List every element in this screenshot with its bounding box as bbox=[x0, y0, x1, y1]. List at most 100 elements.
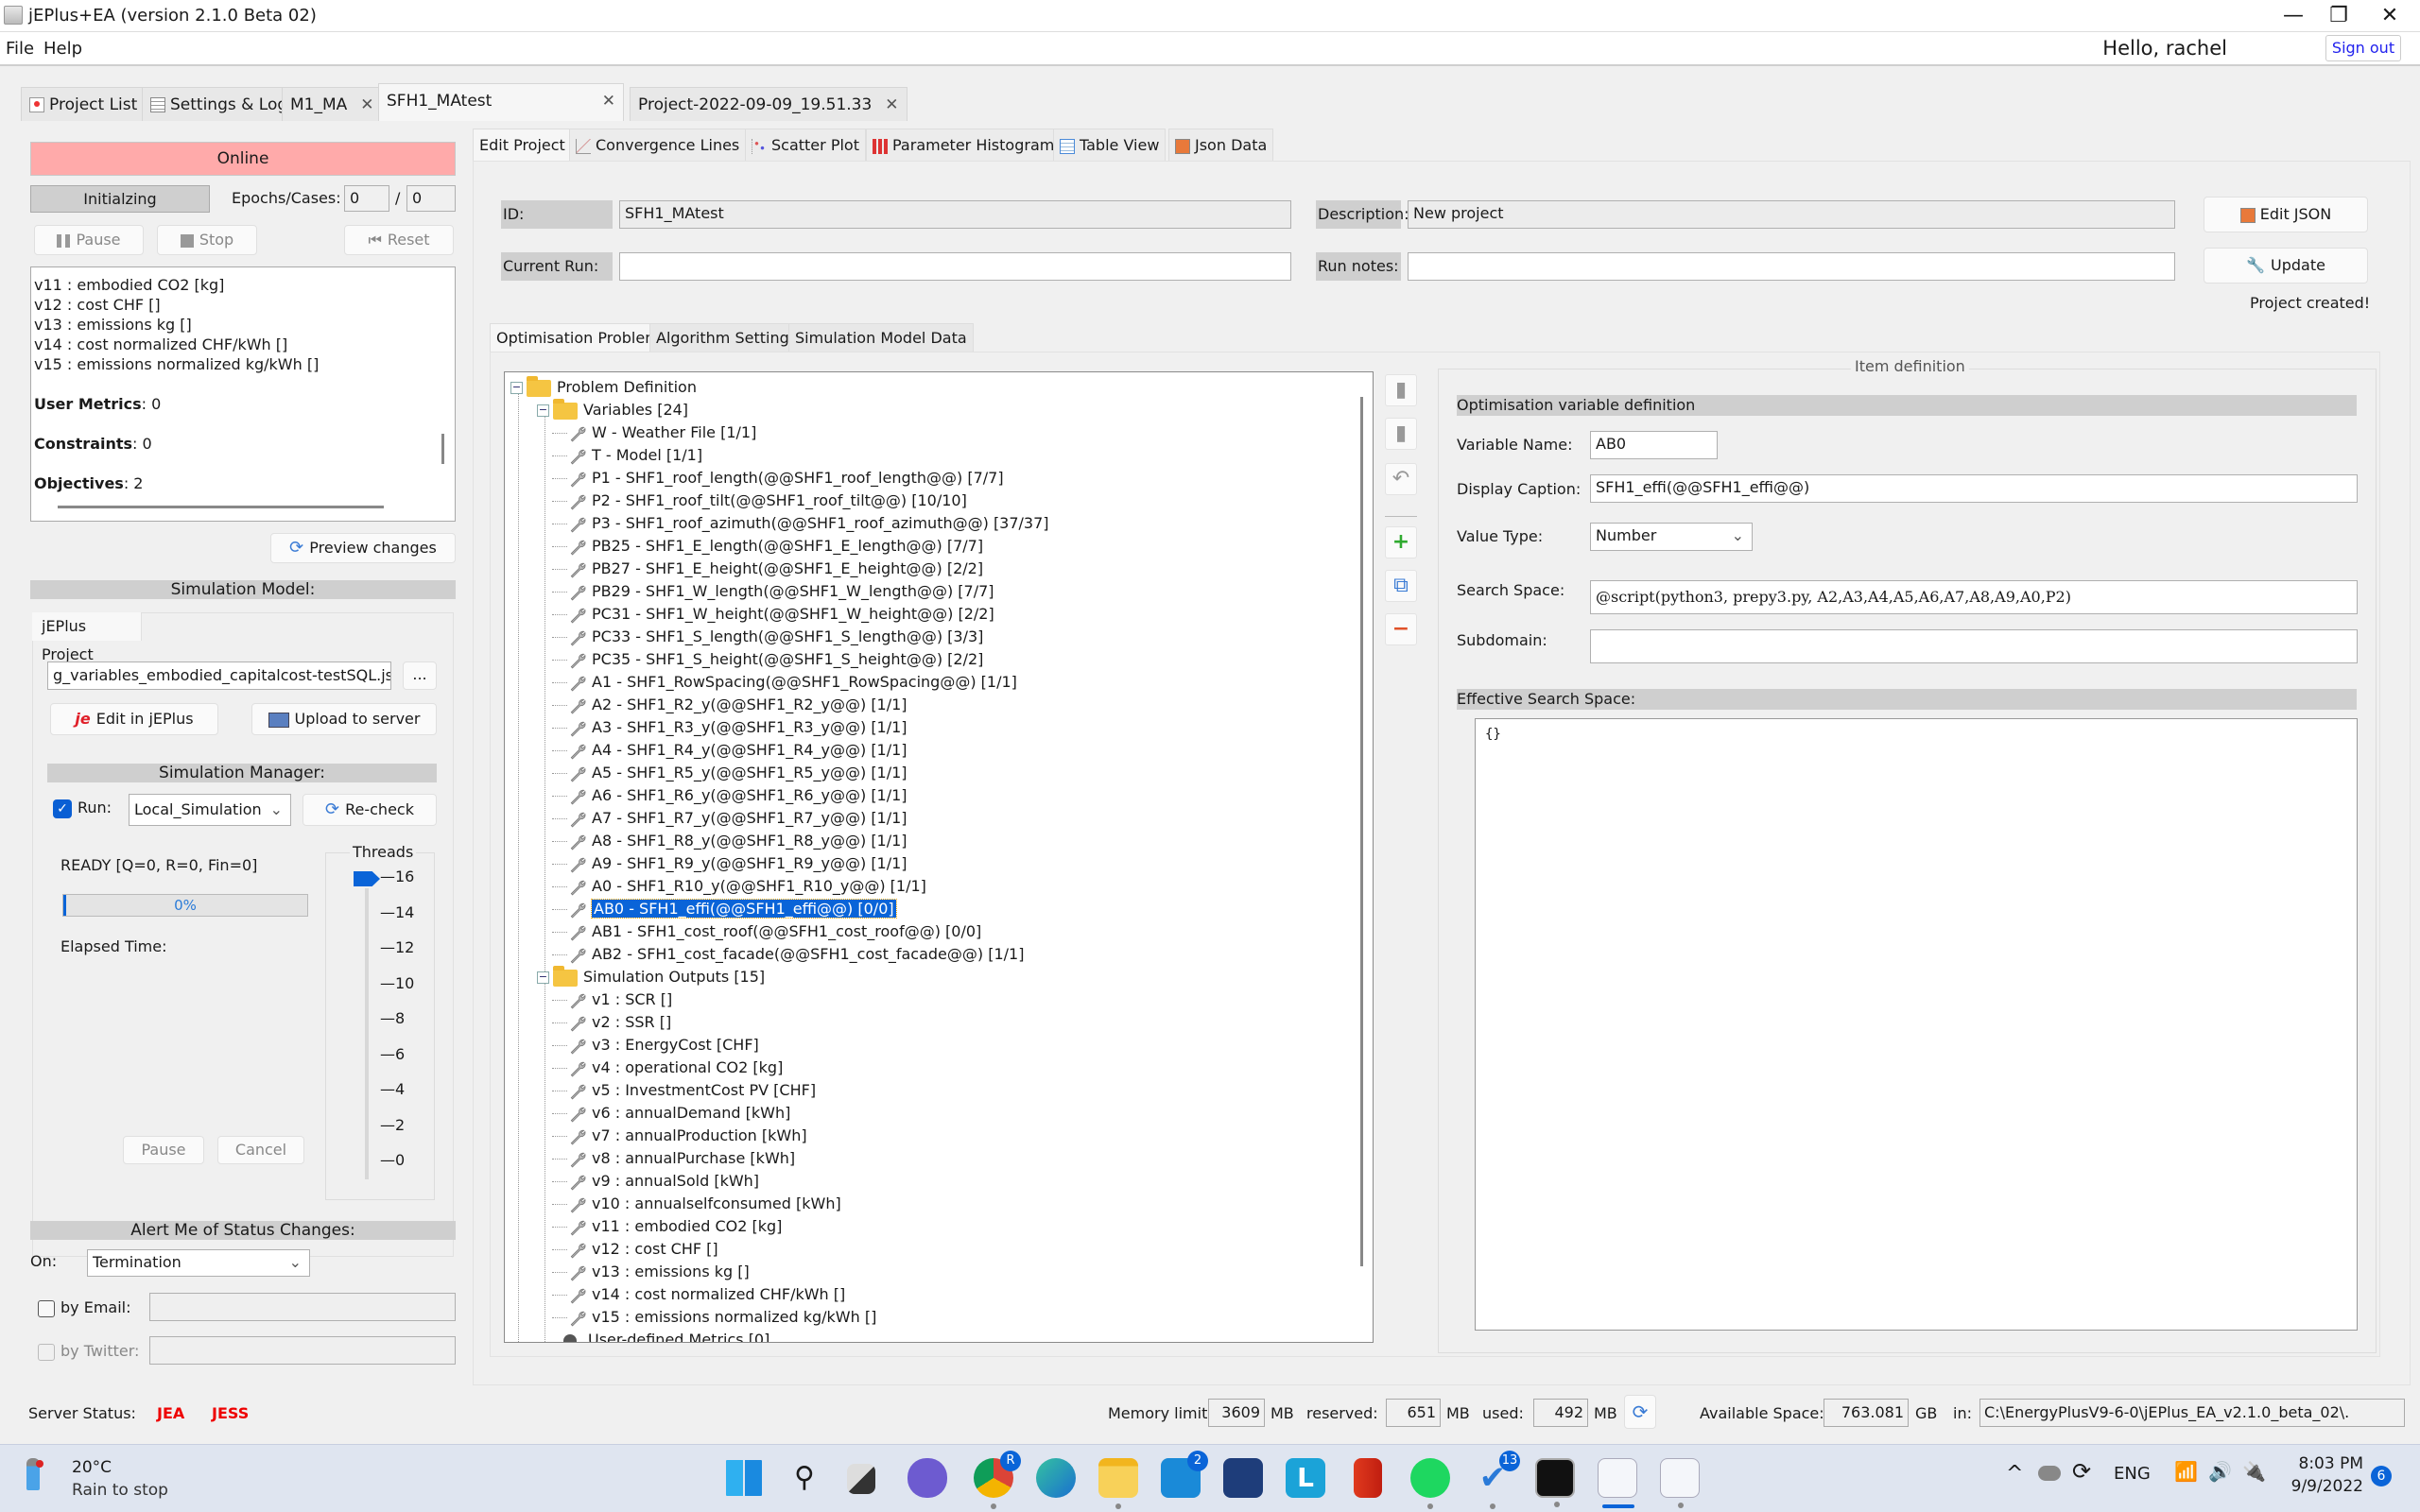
tab-project-2022[interactable]: Project-2022-09-09_19.51.33 ✕ bbox=[630, 87, 908, 121]
tab-m1-ma[interactable]: M1_MA ✕ bbox=[282, 87, 383, 121]
volume-icon[interactable]: 🔊 bbox=[2208, 1460, 2232, 1483]
tree-node-variable[interactable]: PC33 - SHF1_S_length(@@SHF1_S_length@@) … bbox=[552, 626, 983, 648]
tree-node-user-metrics[interactable]: User-defined Metrics [0] bbox=[563, 1329, 769, 1342]
collapse-icon[interactable]: − bbox=[537, 971, 549, 984]
job-cancel-button[interactable]: Cancel bbox=[217, 1136, 304, 1164]
wifi-icon[interactable]: 📶 bbox=[2174, 1460, 2198, 1483]
tree-node-variable[interactable]: A6 - SHF1_R6_y(@@SHF1_R6_y@@) [1/1] bbox=[552, 784, 908, 807]
tree-node-output[interactable]: v13 : emissions kg [] bbox=[552, 1261, 750, 1283]
tree-node-output[interactable]: v2 : SSR [] bbox=[552, 1011, 671, 1034]
terminal-icon[interactable] bbox=[1535, 1458, 1575, 1507]
close-button[interactable]: ✕ bbox=[2360, 0, 2420, 32]
tree-node-simulation-outputs[interactable]: − Simulation Outputs [15] bbox=[537, 965, 765, 988]
tree-node-variable[interactable]: PB27 - SHF1_E_height(@@SHF1_E_height@@) … bbox=[552, 558, 983, 580]
menu-help[interactable]: Help bbox=[43, 39, 82, 59]
tree-node-variable[interactable]: A5 - SHF1_R5_y(@@SHF1_R5_y@@) [1/1] bbox=[552, 762, 908, 784]
collapse-icon[interactable]: − bbox=[537, 404, 549, 417]
tab-table-view[interactable]: Table View bbox=[1053, 129, 1167, 161]
task-view-icon[interactable] bbox=[847, 1464, 875, 1494]
variable-name-field[interactable]: AB0 bbox=[1590, 431, 1718, 459]
current-run-field[interactable] bbox=[619, 252, 1291, 281]
tree-node-variable[interactable]: AB1 - SFH1_cost_roof(@@SFH1_cost_roof@@)… bbox=[552, 920, 981, 943]
edit-json-button[interactable]: Edit JSON bbox=[2204, 197, 2368, 232]
clock-time[interactable]: 8:03 PM bbox=[2290, 1454, 2364, 1473]
undo-button[interactable]: ↶ bbox=[1385, 463, 1417, 495]
reset-button[interactable]: ⏮ Reset bbox=[344, 225, 454, 255]
l-app-icon[interactable]: L bbox=[1286, 1458, 1325, 1498]
tree-node-variable[interactable]: A7 - SHF1_R7_y(@@SHF1_R7_y@@) [1/1] bbox=[552, 807, 908, 830]
language-indicator[interactable]: ENG bbox=[2114, 1464, 2151, 1484]
twitter-checkbox[interactable] bbox=[38, 1344, 55, 1361]
job-pause-button[interactable]: Pause bbox=[123, 1136, 204, 1164]
tree-node-output[interactable]: v14 : cost normalized CHF/kWh [] bbox=[552, 1283, 845, 1306]
tab-parameter-histogram[interactable]: Parameter Histogram bbox=[866, 129, 1062, 161]
add-child-node-button[interactable]: ▮ bbox=[1385, 374, 1417, 406]
run-mode-select[interactable]: Local_Simulation ⌄ bbox=[129, 794, 291, 826]
weather-temp[interactable]: 20°C bbox=[72, 1458, 112, 1477]
weather-desc[interactable]: Rain to stop bbox=[72, 1481, 168, 1500]
sync-icon[interactable]: ⟳ bbox=[2072, 1458, 2091, 1485]
effective-search-space-area[interactable]: {} bbox=[1475, 718, 2358, 1331]
email-checkbox[interactable] bbox=[38, 1300, 55, 1317]
edge-icon[interactable] bbox=[1036, 1458, 1076, 1498]
tree-node-variable[interactable]: A0 - SHF1_R10_y(@@SHF1_R10_y@@) [1/1] bbox=[552, 875, 926, 898]
tree-node-variable[interactable]: AB2 - SFH1_cost_facade(@@SFH1_cost_facad… bbox=[552, 943, 1024, 966]
teams-chat-icon[interactable] bbox=[908, 1458, 947, 1498]
tab-jeplus-project[interactable]: jEPlus Project bbox=[32, 612, 142, 663]
minimize-button[interactable]: — bbox=[2263, 0, 2324, 32]
tree-scrollbar[interactable] bbox=[1360, 397, 1363, 1266]
description-field[interactable]: New project bbox=[1408, 200, 2175, 229]
tab-scatter-plot[interactable]: Scatter Plot bbox=[745, 129, 866, 161]
tree-node-output[interactable]: v5 : InvestmentCost PV [CHF] bbox=[552, 1079, 816, 1102]
horizontal-scrollbar[interactable] bbox=[58, 506, 384, 508]
tree-node-output[interactable]: v1 : SCR [] bbox=[552, 988, 672, 1011]
threads-slider-track[interactable] bbox=[365, 888, 369, 1179]
value-type-select[interactable]: Number ⌄ bbox=[1590, 523, 1753, 551]
run-checkbox[interactable]: ✓ bbox=[53, 799, 72, 818]
tree-node-variable[interactable]: A2 - SHF1_R2_y(@@SHF1_R2_y@@) [1/1] bbox=[552, 694, 908, 716]
onedrive-icon[interactable] bbox=[2038, 1466, 2061, 1481]
mail-icon[interactable]: 2 bbox=[1161, 1451, 1208, 1498]
search-icon[interactable]: ⚲ bbox=[785, 1458, 824, 1498]
tree-node-output[interactable]: v8 : annualPurchase [kWh] bbox=[552, 1147, 795, 1170]
tree-node-variable[interactable]: A3 - SHF1_R3_y(@@SHF1_R3_y@@) [1/1] bbox=[552, 716, 908, 739]
tree-node-variable[interactable]: P1 - SHF1_roof_length(@@SHF1_roof_length… bbox=[552, 467, 1004, 490]
tab-sfh1-matest[interactable]: SFH1_MAtest ✕ bbox=[378, 83, 624, 121]
alert-trigger-select[interactable]: Termination ⌄ bbox=[87, 1249, 310, 1277]
tab-convergence-lines[interactable]: Convergence Lines bbox=[569, 129, 747, 161]
email-field[interactable] bbox=[149, 1293, 456, 1321]
spotify-icon[interactable] bbox=[1410, 1458, 1450, 1509]
display-caption-field[interactable]: SFH1_effi(@@SFH1_effi@@) bbox=[1590, 474, 2358, 503]
upload-to-server-button[interactable]: Upload to server bbox=[251, 703, 437, 735]
java-app-icon-2[interactable] bbox=[1660, 1458, 1700, 1508]
microsoft-store-icon[interactable] bbox=[1223, 1458, 1263, 1498]
collapse-icon[interactable]: − bbox=[510, 382, 523, 394]
vertical-scrollbar[interactable] bbox=[441, 434, 444, 464]
project-file-field[interactable]: g_variables_embodied_capitalcost-testSQL… bbox=[47, 662, 391, 690]
start-button[interactable] bbox=[726, 1460, 762, 1496]
tree-node-variable[interactable]: A8 - SHF1_R8_y(@@SHF1_R8_y@@) [1/1] bbox=[552, 830, 908, 852]
tree-node-output[interactable]: v10 : annualselfconsumed [kWh] bbox=[552, 1193, 841, 1215]
tree-node-variable[interactable]: AB0 - SFH1_effi(@@SFH1_effi@@) [0/0] bbox=[552, 898, 897, 920]
close-tab-icon[interactable]: ✕ bbox=[885, 95, 898, 114]
tree-node-output[interactable]: v15 : emissions normalized kg/kWh [] bbox=[552, 1306, 876, 1329]
search-space-field[interactable]: @script(python3, prepy3.py, A2,A3,A4,A5,… bbox=[1590, 580, 2358, 614]
tree-node-output[interactable]: v4 : operational CO2 [kg] bbox=[552, 1057, 783, 1079]
show-hidden-icons[interactable]: ^ bbox=[2006, 1462, 2023, 1486]
tree-node-problem-definition[interactable]: − Problem Definition bbox=[510, 375, 697, 399]
tree-node-output[interactable]: v6 : annualDemand [kWh] bbox=[552, 1102, 790, 1125]
subdomain-field[interactable] bbox=[1590, 629, 2358, 663]
menu-file[interactable]: File bbox=[6, 39, 34, 59]
edit-in-jeplus-button[interactable]: je Edit in jEPlus bbox=[50, 703, 218, 735]
stop-button[interactable]: Stop bbox=[157, 225, 257, 255]
twitter-field[interactable] bbox=[149, 1336, 456, 1365]
chrome-icon[interactable]: R bbox=[974, 1451, 1021, 1509]
add-variable-button[interactable]: + bbox=[1385, 526, 1417, 558]
problem-summary-log[interactable]: v11 : embodied CO2 [kg] v12 : cost CHF [… bbox=[30, 266, 456, 522]
preview-changes-button[interactable]: ⟳ Preview changes bbox=[270, 533, 456, 563]
tab-project-list[interactable]: Project List bbox=[21, 87, 147, 121]
tree-node-variable[interactable]: T - Model [1/1] bbox=[552, 444, 702, 467]
tab-algorithm-settings[interactable]: Algorithm Settings bbox=[649, 323, 804, 352]
tree-node-output[interactable]: v9 : annualSold [kWh] bbox=[552, 1170, 759, 1193]
run-notes-field[interactable] bbox=[1408, 252, 2175, 281]
